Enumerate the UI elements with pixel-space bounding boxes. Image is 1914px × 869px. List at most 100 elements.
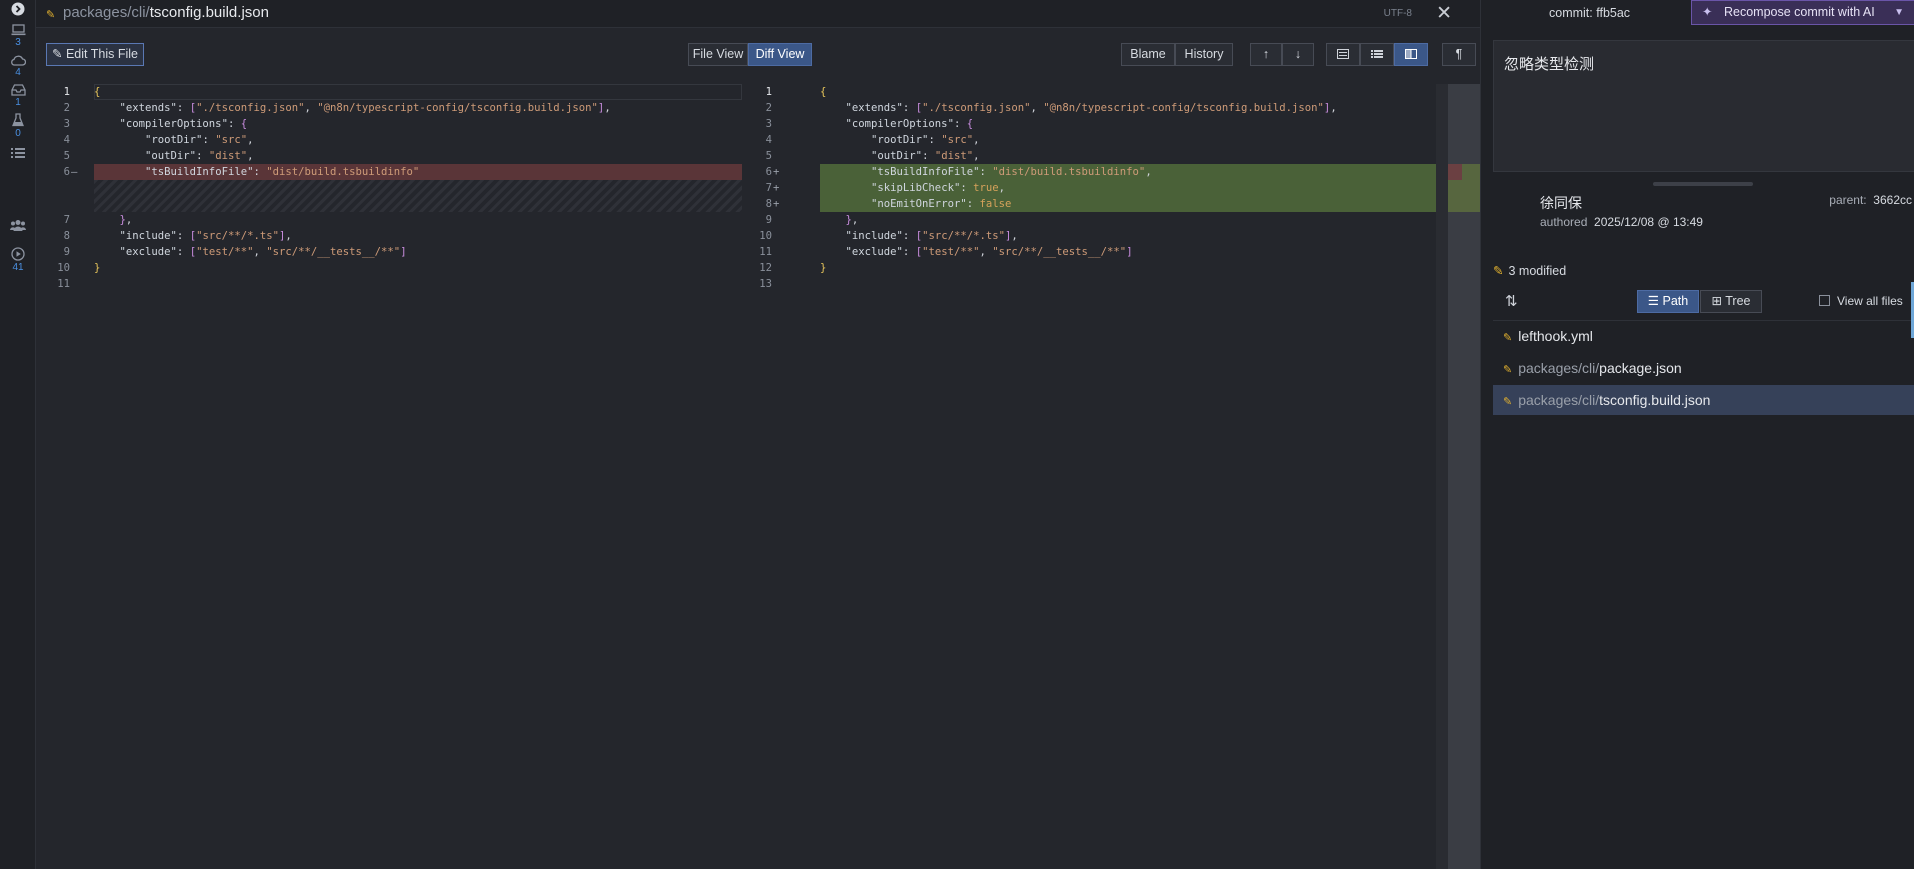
parent-label: parent: <box>1829 193 1867 207</box>
line-number: 3 <box>765 118 772 130</box>
line-number: 9 <box>63 246 70 258</box>
line-number: 11 <box>57 278 70 290</box>
next-change-button[interactable]: ↓ <box>1282 43 1314 66</box>
path-label: Path <box>1662 294 1689 308</box>
diff-view-button[interactable]: Diff View <box>748 43 812 66</box>
actions-button[interactable]: 41 <box>0 247 36 273</box>
whitespace-toggle-button[interactable]: ¶ <box>1442 43 1476 66</box>
path-list-icon: ☰ <box>1647 294 1663 308</box>
code-text: "tsBuildInfoFile": "dist/build.tsbuildin… <box>145 166 420 178</box>
code-text: "include": ["src/**/*.ts"], <box>119 230 292 242</box>
line-number: 9 <box>765 214 772 226</box>
line-number: 5 <box>765 150 772 162</box>
added-marker: + <box>773 198 780 210</box>
pencil-icon: ✎ <box>1493 264 1504 278</box>
resize-grip[interactable] <box>1653 182 1753 186</box>
list-diff-button[interactable] <box>1360 43 1394 66</box>
split-view-icon <box>1405 49 1417 59</box>
code-text: "skipLibCheck": true, <box>871 182 1005 194</box>
list-button[interactable] <box>0 147 36 159</box>
expand-button[interactable] <box>0 2 36 16</box>
file-item[interactable]: ✎ lefthook.yml <box>1493 321 1914 351</box>
added-marker: + <box>773 182 780 194</box>
flask-count: 0 <box>15 128 21 139</box>
recompose-label: Recompose commit with AI <box>1724 5 1875 19</box>
edit-file-label: Edit This File <box>65 47 138 61</box>
sort-icon[interactable]: ⇅ <box>1505 292 1518 310</box>
history-label: History <box>1184 47 1224 61</box>
line-number: 10 <box>57 262 70 274</box>
diff-overview-ruler[interactable] <box>1448 84 1480 869</box>
added-marker: + <box>773 166 780 178</box>
close-icon[interactable]: ✕ <box>1436 2 1452 25</box>
laptop-icon <box>11 24 25 36</box>
view-all-files-toggle[interactable]: View all files <box>1819 294 1903 308</box>
people-icon <box>10 220 26 231</box>
line-number: 8 <box>765 198 772 210</box>
activity-bar: 3 4 1 0 41 <box>0 0 36 869</box>
file-item[interactable]: ✎ packages/cli/package.json <box>1493 353 1914 383</box>
view-all-label: View all files <box>1837 294 1903 308</box>
line-number: 2 <box>63 102 70 114</box>
file-name: lefthook.yml <box>1518 328 1593 344</box>
edit-file-button[interactable]: ✎ Edit This File <box>46 43 144 66</box>
file-dir: packages/cli/ <box>1518 360 1600 376</box>
code-line: 9 }, <box>742 212 1442 228</box>
cloud-button[interactable]: 4 <box>0 55 36 78</box>
code-line: 11 <box>36 276 742 292</box>
commit-message-box[interactable]: 忽略类型检测 <box>1493 40 1914 172</box>
inline-diff-button[interactable] <box>1326 43 1360 66</box>
lab-button[interactable]: 0 <box>0 113 36 139</box>
tree-label: Tree <box>1725 294 1751 308</box>
line-number: 4 <box>765 134 772 146</box>
authored-info: authored 2025/12/08 @ 13:49 <box>1540 215 1703 229</box>
file-item-selected[interactable]: ✎ packages/cli/tsconfig.build.json <box>1493 385 1914 415</box>
file-view-button[interactable]: File View <box>688 43 748 66</box>
deleted-overview-marker <box>1448 164 1462 180</box>
line-number: 5 <box>63 150 70 162</box>
diff-view-label: Diff View <box>755 47 805 61</box>
code-text: "compilerOptions": { <box>845 118 974 130</box>
commit-label: commit: <box>1549 6 1593 20</box>
modified-summary: ✎ 3 modified <box>1493 263 1566 278</box>
inbox-button[interactable]: 1 <box>0 84 36 108</box>
inbox-icon <box>10 84 26 96</box>
history-button[interactable]: History <box>1175 43 1233 66</box>
commit-details-panel: commit: ffb5ac ✦ Recompose commit with A… <box>1480 0 1914 869</box>
code-text: "outDir": "dist", <box>871 150 980 162</box>
previous-change-button[interactable]: ↑ <box>1250 43 1282 66</box>
code-line: 5 "outDir": "dist", <box>742 148 1442 164</box>
file-title-bar: ✎ packages/cli/tsconfig.build.json UTF-8… <box>36 0 1480 28</box>
recompose-commit-button[interactable]: ✦ Recompose commit with AI ▼ <box>1691 0 1914 25</box>
parent-sha[interactable]: 3662cc <box>1873 193 1912 207</box>
removed-marker: — <box>71 166 78 178</box>
code-line: 9 "exclude": ["test/**", "src/**/__tests… <box>36 244 742 260</box>
code-line: 6— "tsBuildInfoFile": "dist/build.tsbuil… <box>36 164 742 180</box>
people-button[interactable] <box>0 219 36 231</box>
line-number: 10 <box>759 230 772 242</box>
code-text: "exclude": ["test/**", "src/**/__tests__… <box>845 246 1133 258</box>
code-line: 4 "rootDir": "src", <box>36 132 742 148</box>
code-text: "outDir": "dist", <box>145 150 254 162</box>
vertical-scrollbar[interactable] <box>1436 84 1448 869</box>
blame-label: Blame <box>1130 47 1166 61</box>
code-line: 3 "compilerOptions": { <box>36 116 742 132</box>
file-view-label: File View <box>692 47 744 61</box>
list-view-icon <box>1371 50 1383 58</box>
code-text: } <box>820 262 827 274</box>
code-line: 13 <box>742 276 1442 292</box>
split-diff-button[interactable] <box>1394 43 1428 66</box>
view-all-checkbox[interactable] <box>1819 295 1830 306</box>
code-text: { <box>820 86 827 98</box>
blame-button[interactable]: Blame <box>1121 43 1175 66</box>
code-line: 1{ <box>36 84 742 100</box>
file-name: package.json <box>1599 360 1682 376</box>
chevron-down-icon[interactable]: ▼ <box>1894 1 1904 24</box>
workspaces-button[interactable]: 3 <box>0 24 36 48</box>
path-view-button[interactable]: ☰ Path <box>1637 290 1699 313</box>
tree-view-button[interactable]: ⊞ Tree <box>1700 290 1762 313</box>
line-number: 6 <box>765 166 772 178</box>
line-number: 8 <box>63 230 70 242</box>
file-path-name: tsconfig.build.json <box>149 4 269 21</box>
expand-icon <box>11 2 25 16</box>
